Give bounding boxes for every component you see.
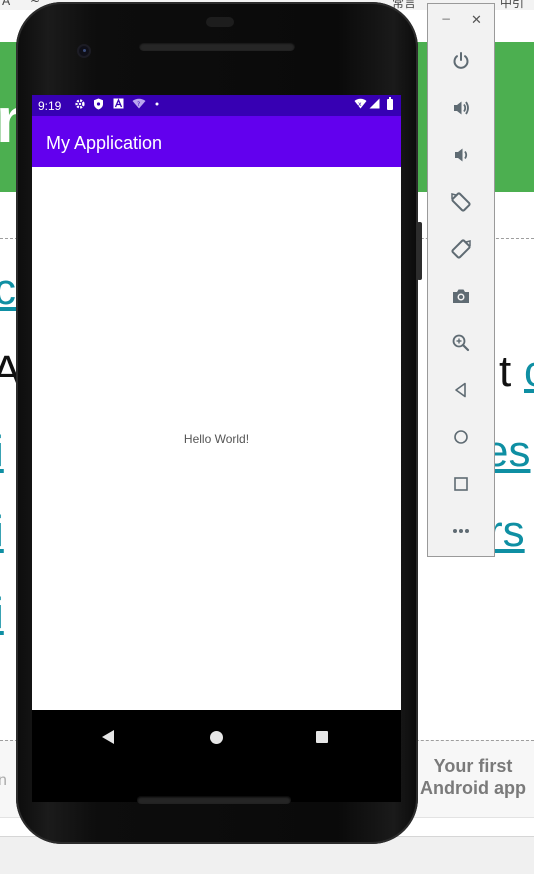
camera-icon: [453, 289, 469, 303]
nav-bar: [32, 710, 401, 802]
home-icon[interactable]: [210, 731, 223, 744]
page-link[interactable]: c: [524, 350, 534, 394]
app-bar: My Application: [32, 116, 401, 167]
svg-text:x: x: [358, 101, 362, 108]
dot-icon: [155, 98, 159, 113]
power-button[interactable]: [445, 45, 477, 77]
wifi-question-icon: ?: [132, 98, 146, 113]
power-icon: [453, 52, 469, 69]
rotate-left-button[interactable]: [445, 186, 477, 218]
footer-prev-text[interactable]: n: [0, 772, 7, 790]
rotate-right-icon: [451, 239, 471, 259]
more-dots-icon: [453, 529, 469, 533]
volume-down-button[interactable]: [445, 139, 477, 171]
overview-square-icon: [454, 477, 468, 491]
page-link[interactable]: i: [0, 592, 4, 636]
page-link[interactable]: i: [0, 510, 4, 554]
screenshot-button[interactable]: [445, 280, 477, 312]
app-content: Hello World!: [32, 167, 401, 710]
shield-icon: [93, 98, 104, 114]
footer-next-link[interactable]: Your first Android app: [418, 755, 528, 799]
volume-up-icon: [454, 101, 469, 115]
page-text: t: [499, 347, 512, 396]
speaker-grille: [139, 42, 295, 51]
volume-down-icon: [455, 148, 468, 162]
front-camera: [77, 44, 91, 58]
tab-text: 中引: [500, 0, 525, 10]
tab-text: ~: [30, 0, 41, 8]
side-button: [417, 240, 422, 280]
emulator-toolbar: − ✕: [427, 3, 495, 557]
status-time: 9:19: [38, 99, 62, 113]
battery-icon: [387, 97, 393, 110]
recents-icon[interactable]: [316, 731, 328, 743]
overview-button[interactable]: [445, 468, 477, 500]
bottom-speaker-grille: [137, 796, 291, 804]
svg-text:?: ?: [137, 101, 140, 108]
back-triangle-icon: [455, 382, 466, 398]
zoom-icon: [452, 334, 470, 352]
home-button[interactable]: [445, 421, 477, 453]
a-icon: [113, 98, 124, 113]
status-bar: 9:19 ? x: [32, 95, 401, 116]
app-title: My Application: [46, 133, 163, 153]
zoom-button[interactable]: [445, 327, 477, 359]
volume-up-button[interactable]: [445, 92, 477, 124]
tab-text: A: [2, 0, 11, 8]
phone-frame: 9:19 ? x My Application Hello World!: [16, 2, 422, 844]
more-button[interactable]: [445, 515, 477, 547]
back-icon[interactable]: [102, 730, 114, 744]
back-button[interactable]: [445, 374, 477, 406]
close-button[interactable]: ✕: [471, 13, 482, 28]
page-link[interactable]: c: [0, 268, 16, 312]
settings-icon: [74, 98, 86, 114]
rotate-right-button[interactable]: [445, 233, 477, 265]
minimize-button[interactable]: −: [441, 12, 451, 26]
rotate-left-icon: [451, 192, 471, 212]
wifi-icon: x: [354, 98, 367, 113]
signal-icon: [369, 98, 380, 113]
page-link[interactable]: i: [0, 430, 4, 474]
hello-text: Hello World!: [183, 432, 250, 446]
sensor: [206, 17, 234, 27]
home-circle-icon: [454, 430, 468, 444]
device-screen[interactable]: 9:19 ? x My Application Hello World!: [32, 95, 401, 802]
